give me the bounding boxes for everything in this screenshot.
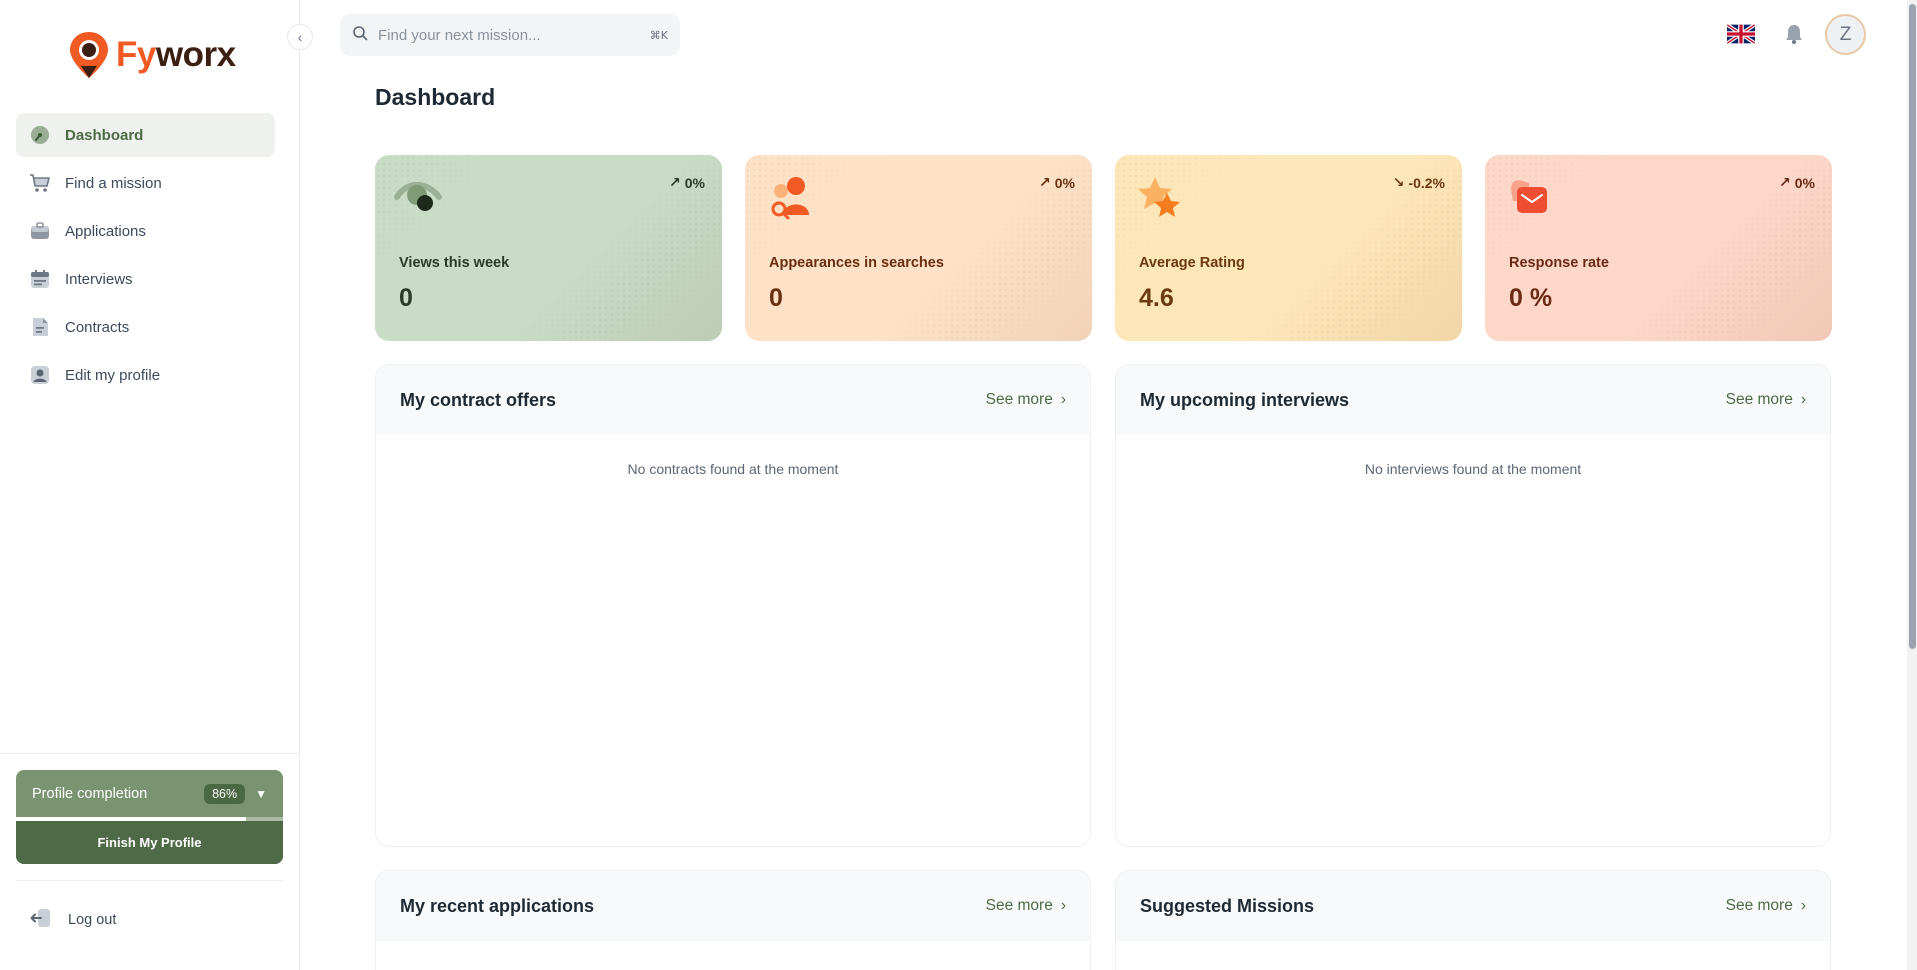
stat-label: Response rate bbox=[1509, 255, 1609, 271]
logout-button[interactable]: Log out bbox=[30, 908, 116, 932]
finish-profile-button[interactable]: Finish My Profile bbox=[16, 821, 283, 864]
stat-card-response: ↗ 0% Response rate 0 % bbox=[1485, 155, 1832, 341]
search-icon bbox=[352, 25, 368, 46]
chevron-right-icon: › bbox=[1800, 391, 1806, 408]
panel-title: My recent applications bbox=[400, 895, 595, 916]
stat-value: 0 bbox=[399, 284, 413, 312]
sidebar: Fyworx Dashboard Find a mission Applicat… bbox=[0, 0, 300, 970]
sidebar-item-label: Edit my profile bbox=[65, 366, 161, 384]
divider bbox=[0, 753, 300, 754]
sidebar-item-interviews[interactable]: Interviews bbox=[16, 257, 275, 301]
profile-completion-percent: 86% bbox=[204, 783, 246, 804]
stat-label: Appearances in searches bbox=[769, 255, 944, 271]
suggested-missions-panel: Suggested Missions See more › bbox=[1115, 870, 1831, 970]
profile-completion-label: Profile completion bbox=[32, 785, 148, 802]
stat-card-views: ↗ 0% Views this week 0 bbox=[375, 155, 722, 341]
brand-name: Fyworx bbox=[116, 35, 236, 74]
app-root: Fyworx Dashboard Find a mission Applicat… bbox=[0, 0, 1917, 970]
chevron-right-icon: › bbox=[1060, 391, 1066, 408]
search-input[interactable] bbox=[378, 26, 640, 44]
star-icon bbox=[1138, 177, 1180, 217]
sidebar-item-label: Applications bbox=[65, 222, 146, 240]
divider bbox=[16, 880, 283, 881]
stat-label: Average Rating bbox=[1139, 255, 1245, 271]
sidebar-item-edit-profile[interactable]: Edit my profile bbox=[16, 353, 275, 397]
user-card-icon bbox=[29, 364, 51, 386]
sidebar-item-applications[interactable]: Applications bbox=[16, 209, 275, 253]
cart-icon bbox=[29, 172, 51, 194]
stat-value: 0 bbox=[769, 284, 783, 312]
eye-icon bbox=[394, 182, 442, 211]
stat-trend: ↗ 0% bbox=[669, 174, 705, 191]
chevron-right-icon: › bbox=[1800, 897, 1806, 914]
panel-header: My recent applications See more › bbox=[376, 871, 1090, 941]
search-shortcut-hint: ⌘K bbox=[649, 28, 668, 42]
sidebar-item-label: Dashboard bbox=[65, 126, 144, 144]
document-icon bbox=[29, 316, 51, 338]
recent-applications-panel: My recent applications See more › bbox=[375, 870, 1091, 970]
scrollbar-thumb[interactable] bbox=[1909, 4, 1916, 649]
stat-value: 0 % bbox=[1509, 284, 1553, 312]
sidebar-nav: Dashboard Find a mission Applications In… bbox=[16, 113, 275, 401]
profile-completion-card: Profile completion 86% ▼ Finish My Profi… bbox=[16, 770, 283, 864]
panel-header: Suggested Missions See more › bbox=[1116, 871, 1830, 941]
see-more-applications-link[interactable]: See more › bbox=[986, 897, 1066, 915]
sidebar-item-label: Contracts bbox=[65, 318, 130, 336]
upcoming-interviews-panel: My upcoming interviews See more › No inte… bbox=[1115, 364, 1831, 847]
panel-header: My contract offers See more › bbox=[376, 365, 1090, 435]
scrollbar[interactable] bbox=[1907, 0, 1917, 970]
trend-up-icon: ↗ bbox=[1779, 174, 1791, 190]
empty-state-message: No interviews found at the moment bbox=[1364, 461, 1582, 477]
chevron-right-icon: › bbox=[1060, 897, 1066, 914]
logout-icon bbox=[30, 908, 52, 932]
mail-icon bbox=[1511, 180, 1547, 213]
stat-trend: ↗ 0% bbox=[1039, 174, 1075, 191]
calendar-icon bbox=[29, 268, 51, 290]
sidebar-item-label: Interviews bbox=[65, 270, 133, 288]
stat-trend: ↗ 0% bbox=[1779, 174, 1815, 191]
chevron-down-icon: ▼ bbox=[255, 786, 267, 801]
trend-down-icon: ↘ bbox=[1392, 174, 1405, 190]
bell-icon[interactable] bbox=[1782, 22, 1806, 46]
see-more-interviews-link[interactable]: See more › bbox=[1726, 391, 1806, 409]
stat-label: Views this week bbox=[399, 255, 510, 271]
sidebar-item-contracts[interactable]: Contracts bbox=[16, 305, 275, 349]
avatar[interactable]: Z bbox=[1825, 14, 1866, 55]
stat-trend: ↘ -0.2% bbox=[1392, 174, 1445, 191]
avatar-initial: Z bbox=[1839, 23, 1852, 45]
empty-state-message: No contracts found at the moment bbox=[627, 461, 839, 477]
see-more-missions-link[interactable]: See more › bbox=[1726, 897, 1806, 915]
page-title: Dashboard bbox=[375, 84, 496, 110]
sidebar-item-dashboard[interactable]: Dashboard bbox=[16, 113, 275, 157]
stat-value: 4.6 bbox=[1139, 284, 1174, 312]
chevron-left-icon: ‹ bbox=[297, 29, 303, 45]
panel-header: My upcoming interviews See more › bbox=[1116, 365, 1830, 435]
see-more-contracts-link[interactable]: See more › bbox=[986, 391, 1066, 409]
location-pin-logo-icon bbox=[70, 32, 108, 78]
briefcase-icon bbox=[29, 220, 51, 242]
brand-logo[interactable]: Fyworx bbox=[68, 30, 236, 80]
panel-title: My contract offers bbox=[400, 389, 557, 410]
contract-offers-panel: My contract offers See more › No contract… bbox=[375, 364, 1091, 847]
dashboard-gauge-icon bbox=[29, 124, 51, 146]
sidebar-item-find-mission[interactable]: Find a mission bbox=[16, 161, 275, 205]
panel-title: My upcoming interviews bbox=[1140, 389, 1350, 410]
user-search-icon bbox=[771, 177, 809, 220]
stat-card-rating: ↘ -0.2% Average Rating 4.6 bbox=[1115, 155, 1462, 341]
profile-completion-toggle[interactable]: Profile completion 86% ▼ bbox=[16, 770, 283, 817]
stat-card-appearances: ↗ 0% Appearances in searches 0 bbox=[745, 155, 1092, 341]
logout-label: Log out bbox=[68, 912, 117, 928]
trend-up-icon: ↗ bbox=[1039, 174, 1051, 190]
search-bar[interactable]: ⌘K bbox=[340, 14, 680, 56]
sidebar-item-label: Find a mission bbox=[65, 174, 162, 192]
panel-title: Suggested Missions bbox=[1140, 895, 1315, 916]
collapse-sidebar-button[interactable]: ‹ bbox=[287, 24, 313, 50]
trend-up-icon: ↗ bbox=[669, 174, 681, 190]
uk-flag-icon[interactable] bbox=[1727, 24, 1755, 44]
